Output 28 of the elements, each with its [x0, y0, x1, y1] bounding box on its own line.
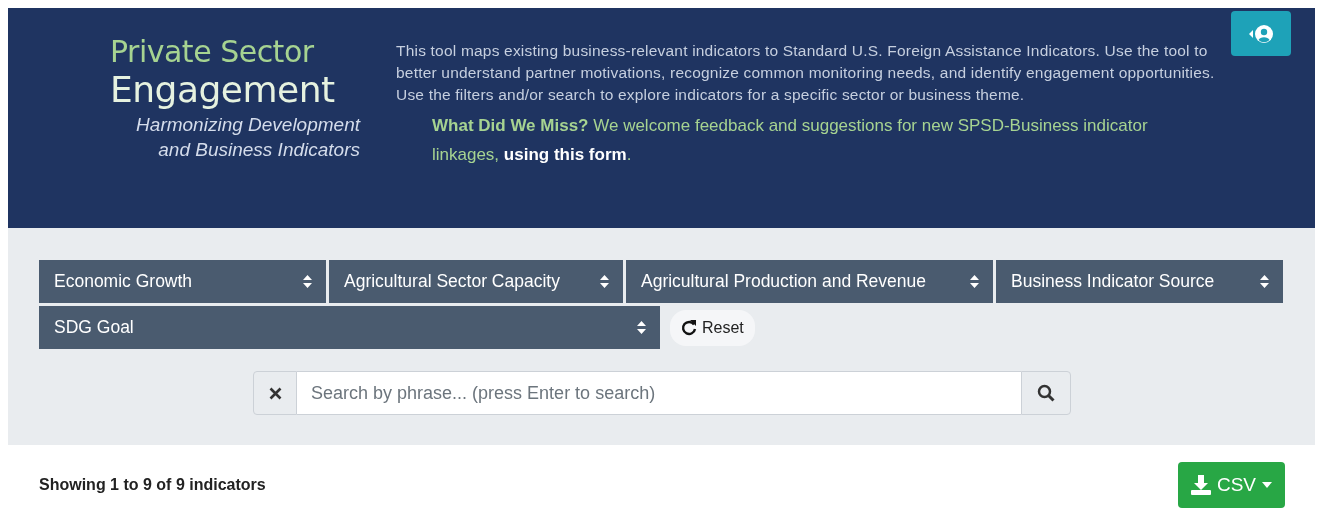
filter-dropdown[interactable]: Economic Growth — [39, 260, 326, 303]
filter-dropdown[interactable]: Business Indicator Source — [996, 260, 1283, 303]
filter-dropdown[interactable]: Agricultural Sector Capacity — [329, 260, 623, 303]
caret-icon — [1262, 482, 1272, 488]
site-title: Engagement — [110, 68, 335, 112]
search-field[interactable]: Search by phrase... (press Enter to search) — [297, 371, 1021, 415]
sort-icon — [637, 321, 646, 334]
result-count: Showing 1 to 9 of 9 indicators — [39, 476, 266, 494]
feedback-form-link[interactable]: using this form — [503, 145, 627, 164]
user-icon — [1248, 23, 1274, 44]
close-icon — [268, 386, 282, 400]
download-icon — [1190, 475, 1211, 495]
search-button[interactable] — [1021, 371, 1071, 415]
filter-dropdown[interactable]: Agricultural Production and Revenue — [626, 260, 993, 303]
filter-dropdown[interactable]: SDG Goal — [39, 306, 660, 349]
sort-icon — [970, 275, 979, 288]
reset-button[interactable]: Reset — [670, 309, 755, 346]
sort-icon — [600, 275, 609, 288]
site-subtitle: Harmonizing Development and Business Indicators — [135, 113, 360, 162]
search-icon — [1037, 384, 1055, 402]
sort-icon — [303, 275, 312, 288]
clear-button[interactable] — [253, 371, 297, 415]
sort-icon — [1260, 275, 1269, 288]
login-button[interactable] — [1231, 11, 1291, 56]
refresh-icon — [681, 319, 697, 336]
feedback-paragraph: What Did We Miss? We welcome feedback and suggestions for new SPSD-Business indicator linkages, using this form. — [432, 115, 1149, 166]
site-title: Private Sector — [110, 36, 314, 68]
intro-paragraph: This tool maps existing business-relevant indicators to Standard U.S. Foreign Assistance Indicators. Use the tool to better understand partner motivations, recognize common monitoring needs, and identify engagement opportunities. Use the filters and/or search to explore indicators for a specific sector or business theme. — [396, 41, 1216, 105]
